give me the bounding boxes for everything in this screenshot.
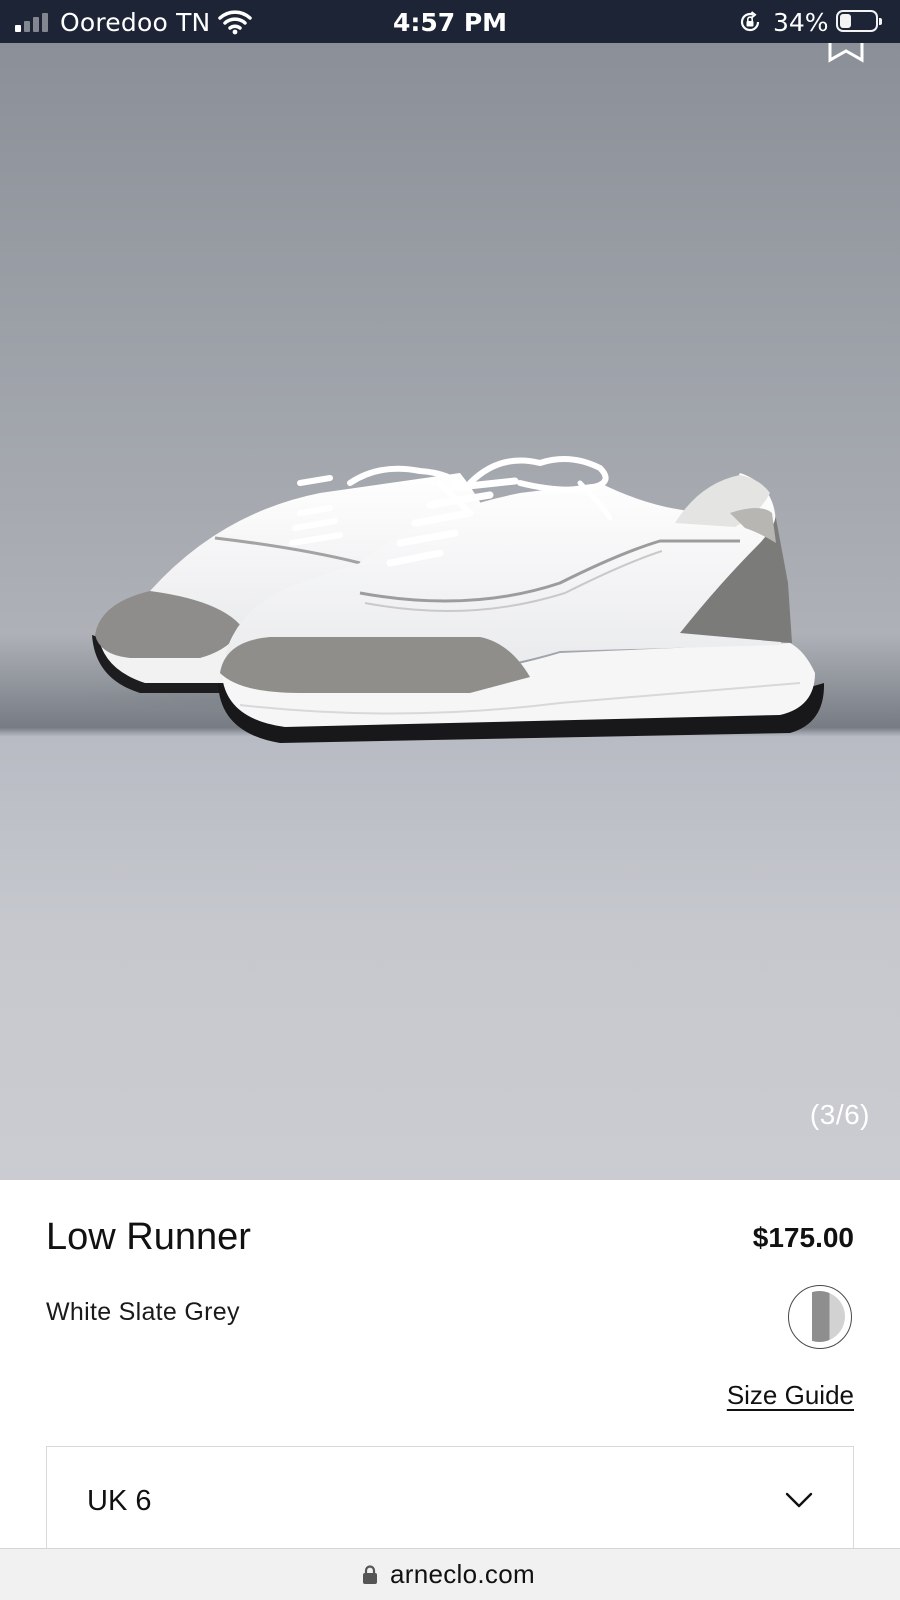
product-image-gallery[interactable]: (3/6) [0, 43, 900, 1180]
color-swatch[interactable] [788, 1285, 852, 1349]
lock-icon [363, 1565, 377, 1584]
size-guide-link[interactable]: Size Guide [727, 1380, 854, 1411]
bookmark-icon[interactable] [828, 43, 864, 63]
product-name: Low Runner [46, 1216, 251, 1258]
rotation-lock-icon [740, 11, 760, 32]
size-select-value: UK 6 [87, 1485, 152, 1517]
chevron-down-icon [785, 1492, 813, 1508]
battery-percentage: 34% [773, 8, 829, 37]
product-image [70, 456, 830, 743]
battery-icon [836, 10, 882, 32]
status-time: 4:57 PM [392, 8, 508, 37]
product-color-name: White Slate Grey [46, 1298, 240, 1326]
product-price: $175.00 [752, 1222, 854, 1253]
url-text: arneclo.com [390, 1559, 535, 1589]
color-swatch-fill [794, 1291, 845, 1342]
browser-url-bar[interactable]: arneclo.com [0, 1548, 900, 1600]
image-counter: (3/6) [809, 1099, 870, 1130]
status-bar: Ooredoo TN 4:57 PM 34% [0, 0, 900, 43]
